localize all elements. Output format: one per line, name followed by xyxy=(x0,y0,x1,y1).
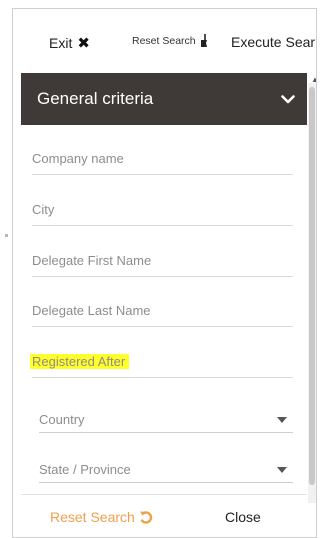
city-placeholder: City xyxy=(32,202,55,217)
delegate-last-name-field[interactable]: Delegate Last Name xyxy=(32,291,293,327)
search-panel: Exit ✖ Reset Search Execute Sear General… xyxy=(12,8,317,538)
general-criteria-header[interactable]: General criteria xyxy=(21,73,307,125)
reset-search-button[interactable]: Reset Search xyxy=(50,509,154,525)
exit-button[interactable]: Exit ✖ xyxy=(49,34,90,52)
close-label: Close xyxy=(225,509,261,525)
execute-search-label: Execute Sear xyxy=(231,34,316,50)
state-province-label: State / Province xyxy=(39,462,131,477)
reset-search-toolbar-label: Reset Search xyxy=(132,34,196,47)
state-province-select[interactable]: State / Province xyxy=(39,455,293,483)
undo-icon xyxy=(140,510,153,524)
chevron-down-icon[interactable] xyxy=(281,94,295,104)
exit-label: Exit xyxy=(49,35,73,51)
reset-search-toolbar-button[interactable]: Reset Search xyxy=(132,34,208,47)
registered-after-field[interactable]: Registered After xyxy=(30,342,293,378)
toolbar: Exit ✖ Reset Search Execute Sear xyxy=(13,9,316,73)
delegate-first-name-placeholder: Delegate First Name xyxy=(32,253,152,268)
caret-down-icon xyxy=(277,467,287,473)
reset-search-label: Reset Search xyxy=(50,509,135,525)
execute-search-button[interactable]: Execute Sear xyxy=(231,34,315,50)
close-x-icon: ✖ xyxy=(77,35,90,52)
city-field[interactable]: City xyxy=(32,190,293,226)
caret-down-icon xyxy=(277,417,287,423)
panel-title: General criteria xyxy=(37,89,154,108)
broom-icon xyxy=(200,34,207,47)
delegate-first-name-field[interactable]: Delegate First Name xyxy=(32,241,293,277)
edge-marker xyxy=(5,234,8,237)
country-select[interactable]: Country xyxy=(39,405,293,433)
footer-divider xyxy=(21,494,307,495)
company-name-placeholder: Company name xyxy=(32,151,124,166)
country-label: Country xyxy=(39,412,85,427)
company-name-field[interactable]: Company name xyxy=(32,139,293,175)
close-button[interactable]: Close xyxy=(225,509,261,525)
scrollbar-thumb[interactable] xyxy=(309,87,315,485)
delegate-last-name-placeholder: Delegate Last Name xyxy=(32,303,151,318)
registered-after-placeholder: Registered After xyxy=(30,354,130,369)
